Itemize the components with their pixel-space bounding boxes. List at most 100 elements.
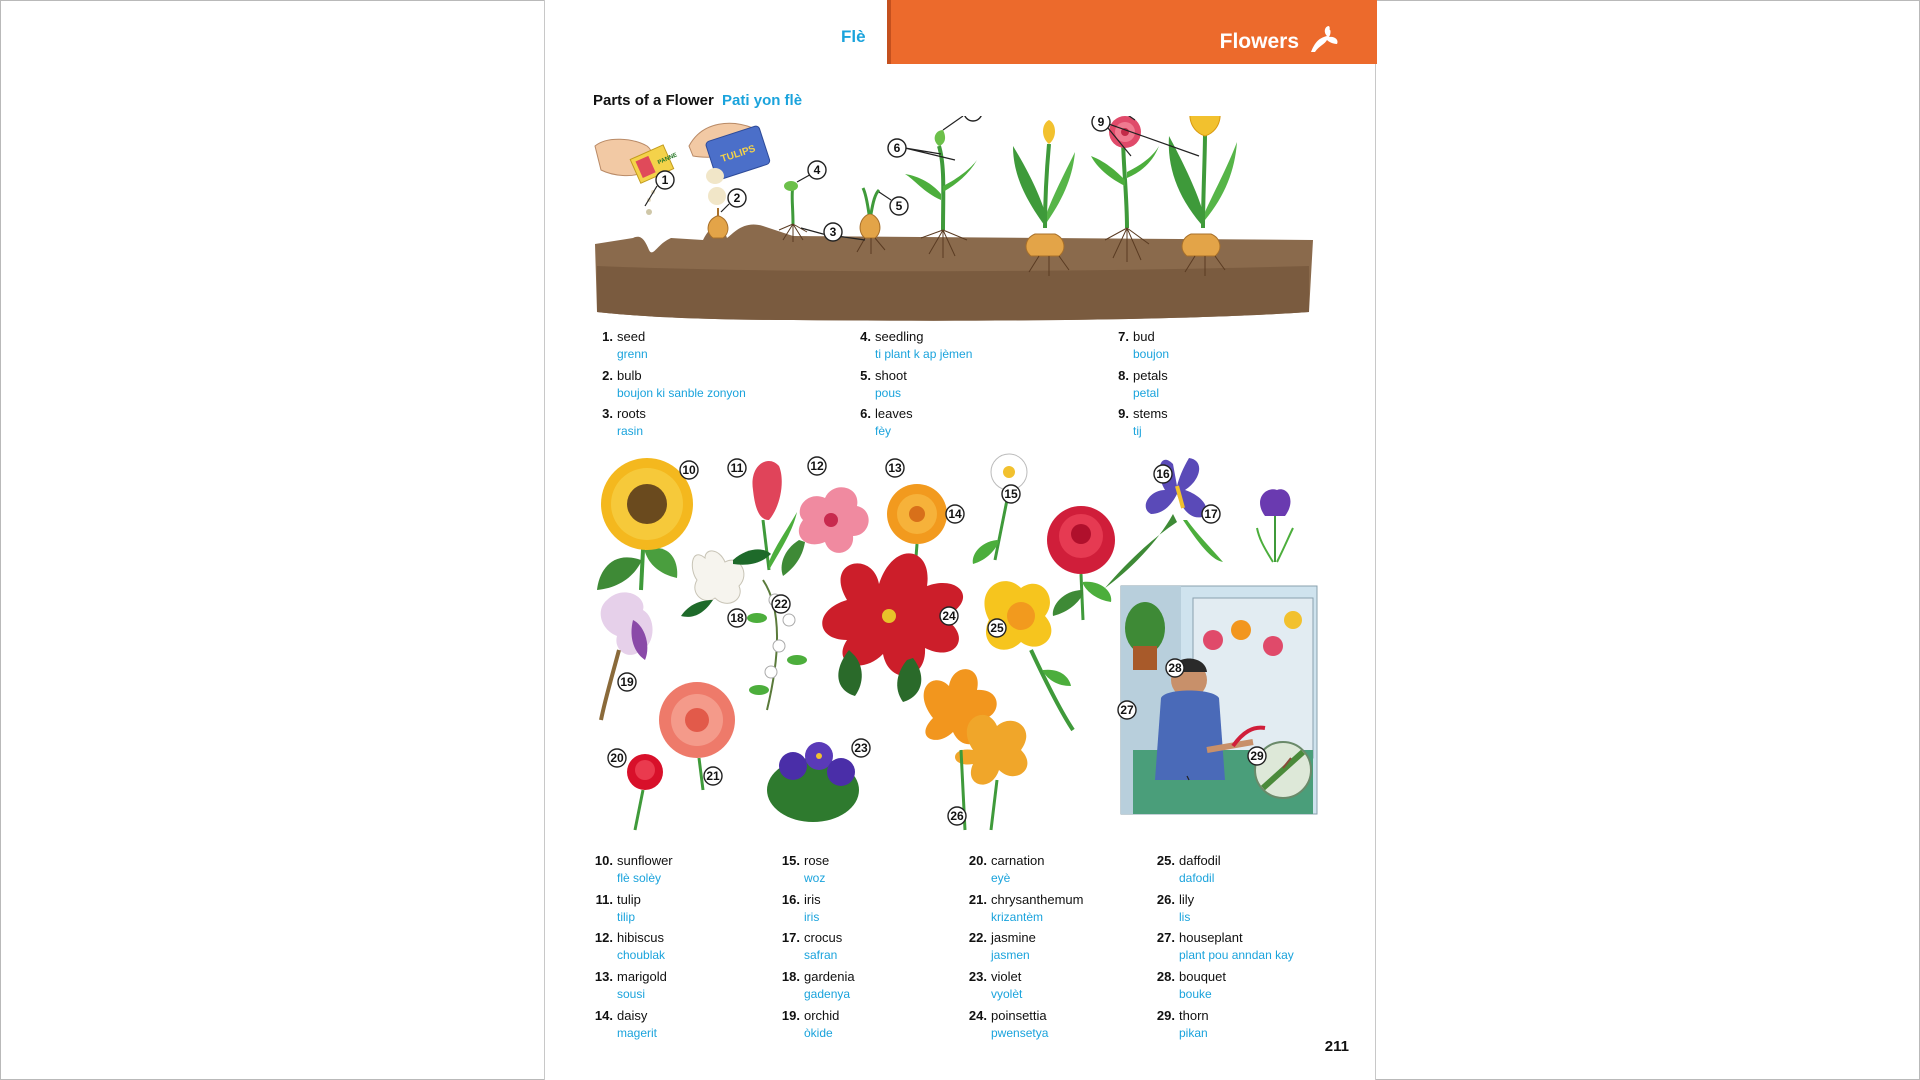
list-item: 18. gardenia gadenya — [781, 969, 855, 1002]
list-item: 8. petals petal — [1118, 367, 1168, 400]
header-banner: Flowers — [887, 0, 1377, 64]
callout-11: 11 — [727, 458, 747, 478]
svg-text:21: 21 — [706, 769, 720, 783]
callout-3: 3 — [823, 222, 843, 242]
list-item: 19. orchid òkide — [781, 1007, 840, 1040]
svg-text:9: 9 — [1098, 116, 1105, 129]
lily — [923, 669, 1028, 831]
parts-list-col2: 4. seedling ti plant k ap jèmen 5. shoot pou… — [851, 329, 1091, 445]
svg-text:3: 3 — [830, 225, 837, 239]
callout-14: 14 — [945, 504, 965, 524]
flowers-list-col4: 25. daffodil dafodil 26. lily lis 27. housepl… — [1155, 853, 1355, 1046]
poinsettia — [822, 553, 964, 702]
list-item: 24. poinsettia pwensetya — [968, 1007, 1049, 1040]
svg-text:12: 12 — [810, 459, 824, 473]
callout-4: 4 — [807, 160, 827, 180]
seed — [646, 209, 652, 215]
page-number: 211 — [1324, 1038, 1349, 1055]
list-item: 28. bouquet bouke — [1156, 969, 1226, 1002]
list-item: 3. roots rasin — [602, 406, 646, 439]
section-title: Parts of a Flower Pati yon flè — [593, 92, 802, 109]
flowers-list-col1: 10. sunflower flè solèy 11. tulip tilip 12. h… — [593, 853, 773, 1046]
section-title-creole: Pati yon flè — [722, 92, 803, 109]
list-item: 27. houseplant plant pou anndan kay — [1156, 930, 1294, 963]
daisy — [972, 453, 1028, 564]
svg-text:7: 7 — [970, 116, 977, 119]
list-item: 22. jasmine jasmen — [968, 930, 1036, 963]
list-item: 13. marigold sousi — [594, 969, 667, 1002]
callout-10: 10 — [679, 460, 699, 480]
creole-title: Flè — [841, 27, 866, 46]
parts-list-col3: 7. bud boujon 8. petals petal 9. stems tij — [1109, 329, 1349, 445]
florist-scene — [1120, 585, 1318, 815]
callout-9: 9 — [1091, 116, 1111, 132]
violet — [767, 742, 859, 822]
callout-13: 13 — [885, 458, 905, 478]
svg-text:4: 4 — [814, 163, 821, 177]
list-item: 5. shoot pous — [860, 367, 907, 400]
callout-2: 2 — [727, 188, 747, 208]
sunflower — [597, 458, 693, 591]
orchid — [599, 592, 653, 721]
callout-12: 12 — [807, 456, 827, 476]
list-item: 23. violet vyolèt — [968, 969, 1023, 1002]
svg-text:13: 13 — [888, 461, 902, 475]
list-item: 21. chrysanthemum krizantèm — [968, 891, 1084, 924]
carnation — [627, 754, 663, 831]
book-page: Flè Flowers Parts of a Flower Pati yon f… — [544, 0, 1377, 1080]
list-item: 14. daisy magerit — [594, 1007, 658, 1040]
callout-24: 24 — [939, 606, 959, 626]
flower-bird-icon — [1311, 26, 1338, 52]
callout-17: 17 — [1201, 504, 1221, 524]
svg-text:22: 22 — [774, 597, 788, 611]
callout-18: 18 — [727, 608, 747, 628]
svg-text:18: 18 — [730, 611, 744, 625]
callout-7: 7 — [964, 116, 982, 122]
callout-15: 15 — [1001, 484, 1021, 504]
list-item: 11. tulip tilip — [595, 891, 641, 924]
svg-text:29: 29 — [1250, 749, 1264, 763]
list-item: 6. leaves fèy — [860, 406, 913, 439]
callout-20: 20 — [607, 748, 627, 768]
list-item: 15. rose woz — [781, 853, 830, 885]
callout-25: 25 — [987, 618, 1007, 638]
list-item: 17. crocus safran — [781, 930, 843, 963]
svg-text:19: 19 — [620, 675, 634, 689]
svg-text:14: 14 — [948, 507, 962, 521]
svg-text:20: 20 — [610, 751, 624, 765]
callout-5: 5 — [889, 196, 909, 216]
callout-29: 29 — [1247, 746, 1267, 766]
svg-text:27: 27 — [1120, 703, 1134, 717]
svg-text:10: 10 — [682, 463, 696, 477]
page-title: Flowers — [1219, 30, 1299, 53]
callout-22: 22 — [771, 594, 791, 614]
callout-28: 28 — [1165, 658, 1185, 678]
rose — [1047, 506, 1115, 621]
svg-text:2: 2 — [734, 191, 741, 205]
flowers-list-col3: 20. carnation eyè 21. chrysanthemum krizantè… — [967, 853, 1147, 1046]
callout-16: 16 — [1153, 464, 1173, 484]
flowers-illustration: 10 11 12 13 14 15 16 17 18 19 20 21 22 2… — [597, 453, 1318, 831]
svg-text:5: 5 — [896, 199, 903, 213]
list-item: 2. bulb boujon ki sanble zonyon — [602, 367, 746, 400]
svg-text:1: 1 — [662, 173, 669, 187]
callout-23: 23 — [851, 738, 871, 758]
svg-text:15: 15 — [1004, 487, 1018, 501]
list-item: 20. carnation eyè — [968, 853, 1045, 885]
svg-text:28: 28 — [1168, 661, 1182, 675]
callout-26: 26 — [947, 806, 967, 826]
list-item: 25. daffodil dafodil — [1156, 853, 1221, 885]
parts-of-flower-illustration: PANNE TULIPS 1 2 3 4 5 6 9 — [594, 116, 1313, 321]
hibiscus — [781, 487, 869, 576]
callout-6: 6 — [887, 138, 907, 158]
callout-21: 21 — [703, 766, 723, 786]
section-title-english: Parts of a Flower — [593, 92, 714, 109]
svg-text:11: 11 — [731, 461, 744, 475]
svg-text:24: 24 — [942, 609, 956, 623]
list-item: 26. lily lis — [1156, 891, 1195, 924]
list-item: 9. stems tij — [1118, 406, 1168, 439]
parts-list-col1: 1. seed grenn 2. bulb boujon ki sanble zonyo… — [593, 329, 833, 445]
chrysanthemum — [659, 682, 735, 791]
callout-19: 19 — [617, 672, 637, 692]
svg-text:23: 23 — [854, 741, 868, 755]
